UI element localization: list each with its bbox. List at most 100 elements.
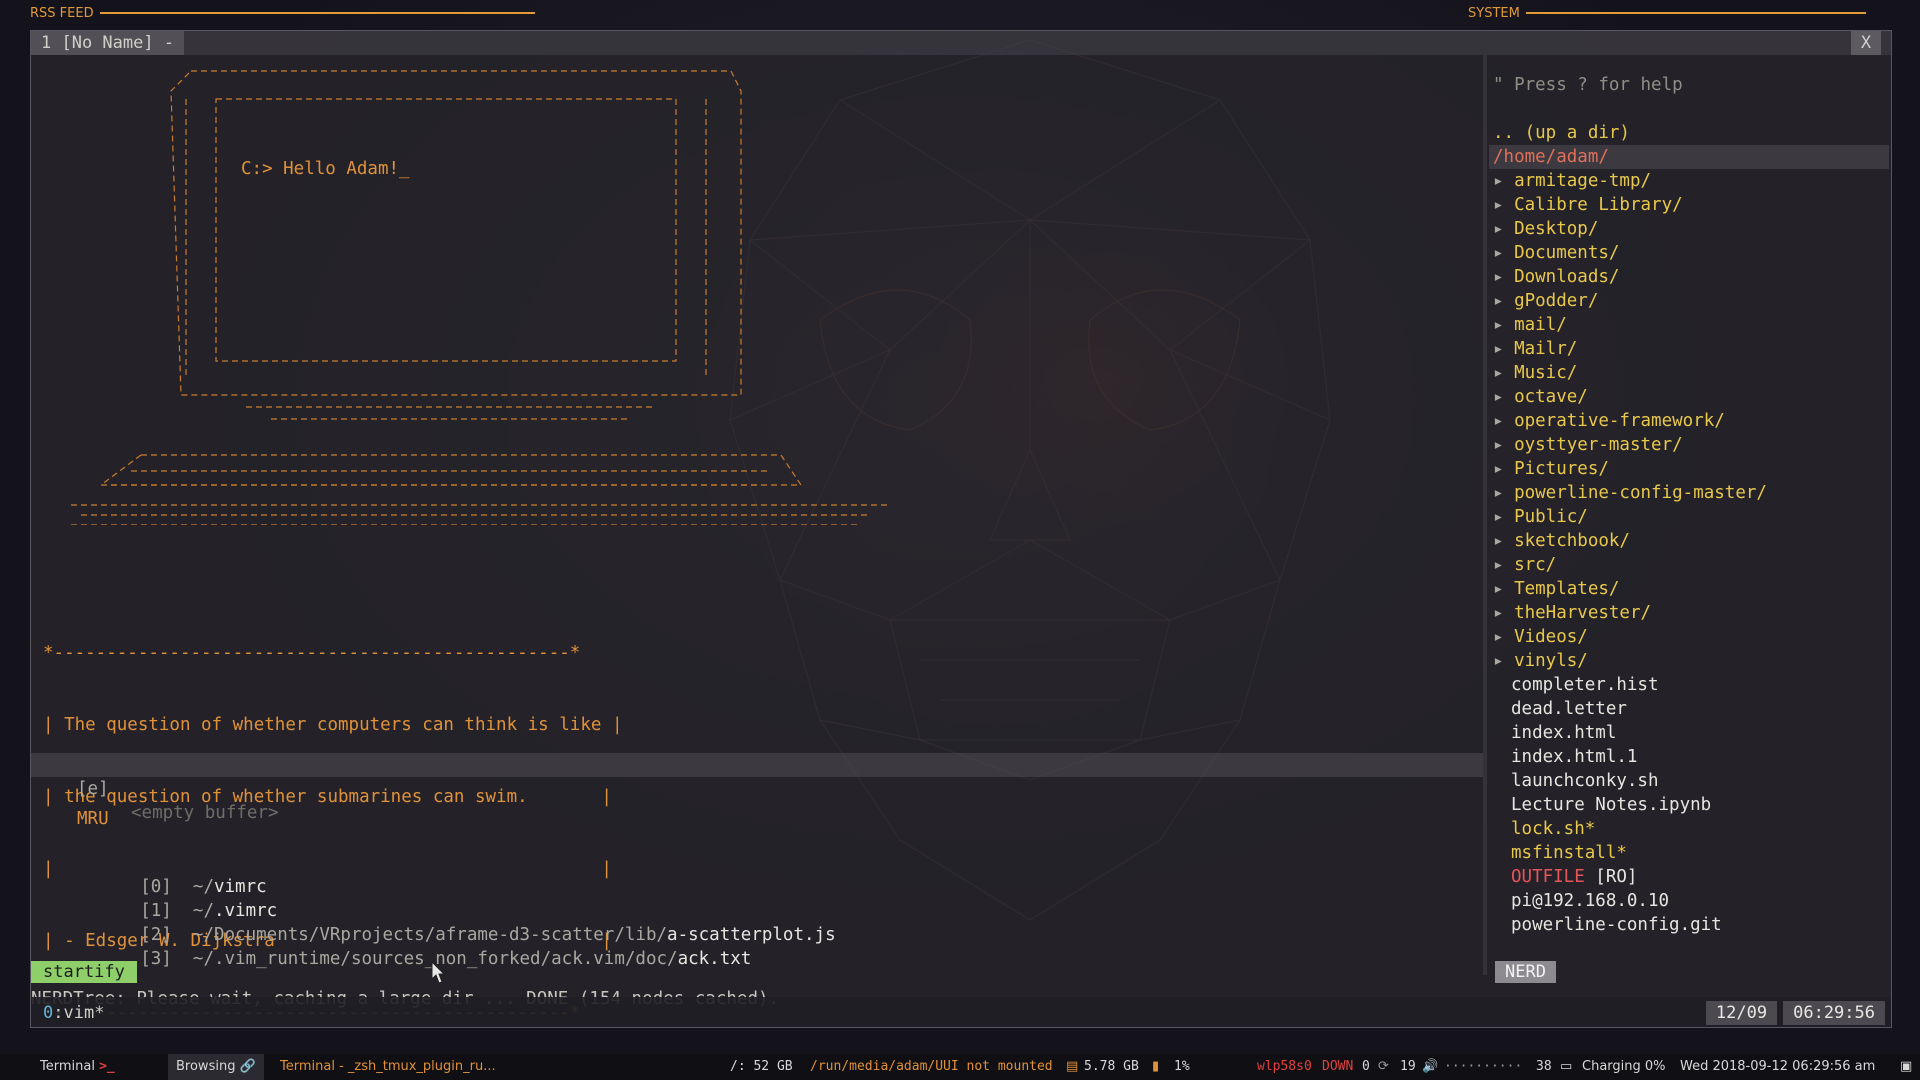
nerdtree-dir-item[interactable]: ▸ gPodder/ (1493, 289, 1598, 313)
net-count: 0 (1362, 1059, 1370, 1074)
startify-statusline: startify (31, 961, 1483, 985)
terminal-launcher-label: Terminal (40, 1059, 95, 1074)
quote-line-3: | the question of whether submarines can… (43, 787, 612, 807)
mru-item[interactable]: [1] ~/.vimrc (77, 875, 277, 921)
nerdtree-file-item[interactable]: lock.sh* (1511, 817, 1595, 841)
nerdtree-dir-item[interactable]: ▸ Downloads/ (1493, 265, 1619, 289)
nerdtree-dir-item[interactable]: ▸ armitage-tmp/ (1493, 169, 1651, 193)
nerdtree-pane[interactable]: " Press ? for help .. (up a dir) /home/a… (1489, 55, 1889, 975)
expand-arrow-icon: ▸ (1493, 603, 1515, 623)
nerdtree-dir-item[interactable]: ▸ Documents/ (1493, 241, 1619, 265)
terminal-prompt-icon: >_ (99, 1059, 115, 1074)
updates-count: 19 (1400, 1059, 1416, 1074)
nerdtree-dir-item[interactable]: ▸ Public/ (1493, 505, 1588, 529)
nerdtree-dir-name: operative-framework/ (1514, 411, 1725, 431)
nerdtree-file-item[interactable]: Lecture Notes.ipynb (1511, 793, 1711, 817)
empty-buffer-key: [e] (77, 779, 109, 799)
tmux-window-index: 0 (43, 1003, 54, 1023)
nerdtree-dir-item[interactable]: ▸ Music/ (1493, 361, 1577, 385)
nerdtree-dir-name: Pictures/ (1514, 459, 1609, 479)
nerdtree-dir-name: powerline-config-master/ (1514, 483, 1767, 503)
expand-arrow-icon: ▸ (1493, 651, 1515, 671)
nerdtree-dir-item[interactable]: ▸ operative-framework/ (1493, 409, 1725, 433)
taskbar-terminal-launcher[interactable]: Terminal >_ (40, 1054, 115, 1080)
nerdtree-dir-item[interactable]: ▸ src/ (1493, 553, 1556, 577)
nerdtree-dir-name: src/ (1514, 555, 1557, 575)
mru-title: MRU (77, 809, 109, 829)
nerdtree-file-item[interactable]: pi@192.168.0.10 (1511, 889, 1669, 913)
statusline-mode: startify (31, 961, 137, 983)
nerdtree-dir-item[interactable]: ▸ oysttyer-master/ (1493, 433, 1683, 457)
nerdtree-file-item[interactable]: msfinstall* (1511, 841, 1627, 865)
nerdtree-dir-name: theHarvester/ (1514, 603, 1652, 623)
nerdtree-file-name: Lecture Notes.ipynb (1511, 795, 1712, 815)
tmux-window-vim[interactable]: 0:vim* (39, 1002, 108, 1024)
mru-item[interactable]: [3] ~/.vim_runtime/sources_non_forked/ac… (77, 923, 751, 969)
nerdtree-dir-name: oysttyer-master/ (1514, 435, 1683, 455)
nerdtree-dir-name: armitage-tmp/ (1514, 171, 1652, 191)
battery-icon: ▭ (1560, 1059, 1573, 1074)
close-tab-button[interactable]: X (1851, 31, 1881, 55)
mru-item[interactable]: [0] ~/vimrc (77, 851, 266, 897)
tmux-window-name: :vim* (53, 1003, 105, 1023)
nerdtree-dir-name: Downloads/ (1514, 267, 1620, 287)
expand-arrow-icon: ▸ (1493, 483, 1515, 503)
volume-bar[interactable]: ·········· (1444, 1054, 1522, 1080)
nerdtree-dir-item[interactable]: ▸ octave/ (1493, 385, 1588, 409)
mouse-cursor-icon (431, 961, 445, 984)
expand-arrow-icon: ▸ (1493, 627, 1515, 647)
nerdtree-dir-item[interactable]: ▸ vinyls/ (1493, 649, 1588, 673)
nerdtree-dir-item[interactable]: ▸ theHarvester/ (1493, 601, 1651, 625)
nerdtree-file-item[interactable]: powerline-config.git (1511, 913, 1722, 937)
rss-feed-title: RSS FEED (30, 5, 94, 21)
nerdtree-file-item[interactable]: index.html (1511, 721, 1616, 745)
nerdtree-file-item[interactable]: launchconky.sh (1511, 769, 1659, 793)
nerdtree-file-suffix: [RO] (1584, 867, 1638, 887)
nerdtree-file-item[interactable]: OUTFILE [RO] (1511, 865, 1637, 889)
system-rule (1525, 12, 1866, 14)
nerdtree-dir-item[interactable]: ▸ sketchbook/ (1493, 529, 1630, 553)
cpu-icon: ▮ (1152, 1059, 1160, 1074)
nerdtree-dir-name: Desktop/ (1514, 219, 1599, 239)
terminal-window: 1 [No Name] - X C:> Hello Adam!_ *------… (30, 30, 1892, 1028)
nerdtree-dir-item[interactable]: ▸ Videos/ (1493, 625, 1588, 649)
volume-icon[interactable]: 🔊 (1422, 1054, 1438, 1080)
nerdtree-root[interactable]: /home/adam/ (1489, 145, 1889, 169)
expand-arrow-icon: ▸ (1493, 315, 1515, 335)
expand-arrow-icon: ▸ (1493, 267, 1515, 287)
nerdtree-file-name: lock.sh* (1511, 819, 1596, 839)
expand-arrow-icon: ▸ (1493, 531, 1515, 551)
tab-no-name[interactable]: 1 [No Name] - (31, 31, 185, 55)
expand-arrow-icon: ▸ (1493, 291, 1515, 311)
nerdtree-dir-item[interactable]: ▸ Templates/ (1493, 577, 1619, 601)
nerdtree-dir-item[interactable]: ▸ Pictures/ (1493, 457, 1609, 481)
taskbar-browsing-workspace[interactable]: Browsing 🔗 (168, 1054, 264, 1080)
taskbar-active-window[interactable]: Terminal - _zsh_tmux_plugin_ru... (280, 1054, 496, 1080)
empty-buffer-label: <empty buffer> (131, 803, 279, 823)
link-icon: 🔗 (239, 1059, 256, 1074)
nerdtree-dir-item[interactable]: ▸ Mailr/ (1493, 337, 1577, 361)
expand-arrow-icon: ▸ (1493, 555, 1515, 575)
startify-pane[interactable]: C:> Hello Adam!_ *----------------------… (31, 55, 1483, 1023)
rss-feed-rule (99, 12, 535, 14)
nerdtree-dir-name: vinyls/ (1514, 651, 1588, 671)
nerdtree-up-dir[interactable]: .. (up a dir) (1493, 121, 1630, 145)
system-title: SYSTEM (1468, 5, 1520, 21)
empty-buffer-entry[interactable]: [e] <empty buffer> (31, 753, 1483, 823)
expand-arrow-icon: ▸ (1493, 435, 1515, 455)
nerdtree-dir-item[interactable]: ▸ mail/ (1493, 313, 1567, 337)
mru-item[interactable]: [2] ~/Documents/VRprojects/aframe-d3-sca… (77, 899, 835, 945)
nerdtree-file-name: launchconky.sh (1511, 771, 1659, 791)
nerdtree-file-item[interactable]: completer.hist (1511, 673, 1659, 697)
tray-icon[interactable]: ▣ (1900, 1054, 1912, 1080)
nerdtree-dir-item[interactable]: ▸ powerline-config-master/ (1493, 481, 1767, 505)
nerdtree-dir-item[interactable]: ▸ Calibre Library/ (1493, 193, 1683, 217)
nerdtree-file-item[interactable]: dead.letter (1511, 697, 1627, 721)
disk-root: /: 52 GB (730, 1059, 793, 1074)
tmux-statusbar: 0:vim* 12/09 06:29:56 (31, 997, 1891, 1027)
nerdtree-dir-item[interactable]: ▸ Desktop/ (1493, 217, 1598, 241)
window-split-separator[interactable] (1483, 55, 1487, 975)
nerdtree-file-name: OUTFILE (1511, 867, 1585, 887)
nerdtree-file-item[interactable]: index.html.1 (1511, 745, 1637, 769)
clock[interactable]: Wed 2018-09-12 06:29:56 am (1680, 1054, 1875, 1080)
